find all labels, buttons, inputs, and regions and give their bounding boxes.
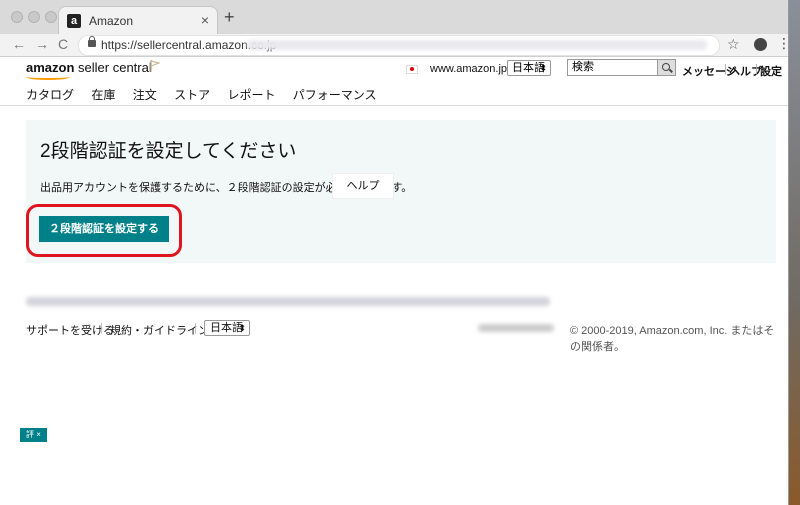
search-input[interactable]: 検索 (567, 59, 658, 76)
tab-title: Amazon (89, 14, 134, 28)
nav-item-store[interactable]: ストア (174, 88, 210, 102)
flag-icon[interactable] (150, 60, 160, 72)
nav-item-orders[interactable]: 注文 (133, 88, 157, 102)
page-title: 2段階認証を設定してください (40, 141, 297, 162)
bookmark-star-icon[interactable]: ☆ (727, 36, 740, 53)
nav-item-reports[interactable]: レポート (227, 88, 275, 102)
amazon-smile-icon (26, 74, 70, 80)
address-bar[interactable]: https://sellercentral.amazon.co.jp (78, 35, 720, 56)
feedback-tab[interactable]: 評 × (20, 428, 47, 442)
japan-flag-icon (406, 65, 418, 74)
page-header: amazon seller central www.amazon.jp 日本語 … (0, 57, 788, 106)
redacted-text (478, 324, 554, 332)
redacted-text (26, 297, 550, 306)
main-nav: カタログ 在庫 注文 ストア レポート パフォーマンス (26, 86, 391, 103)
window-close-button[interactable] (11, 11, 23, 23)
page-footer: サポートを受ける | 規約・ガイドライン | 日本語 ⬍ © 2000-2019… (26, 319, 776, 353)
search-icon[interactable] (658, 59, 676, 76)
window-zoom-button[interactable] (45, 11, 57, 23)
logo-brand: amazon (26, 60, 75, 75)
marketplace-link[interactable]: www.amazon.jp (430, 63, 507, 75)
browser-toolbar: ← → C https://sellercentral.amazon.co.jp… (0, 34, 791, 57)
two-step-verification-card: 2段階認証を設定してください 出品用アカウントを保護するために、２段階認証の設定… (26, 120, 776, 263)
copyright-text: © 2000-2019, Amazon.com, Inc. またはその関係者。 (570, 325, 775, 353)
lock-icon (88, 36, 96, 47)
language-select[interactable]: 日本語 ⬍ (507, 60, 551, 76)
footer-language-select[interactable]: 日本語 ⬍ (204, 320, 250, 336)
footer-separator: | (194, 322, 197, 334)
nav-item-catalog[interactable]: カタログ (26, 88, 74, 102)
browser-menu-icon[interactable]: ⋮ (777, 35, 791, 51)
new-tab-button[interactable]: + (224, 7, 235, 28)
reload-icon[interactable]: C (58, 36, 68, 52)
nav-item-performance[interactable]: パフォーマンス (293, 88, 377, 102)
setup-two-step-button[interactable]: ２段階認証を設定する (39, 216, 169, 242)
seller-central-logo[interactable]: amazon seller central (26, 60, 152, 80)
seller-central-page: amazon seller central www.amazon.jp 日本語 … (0, 57, 788, 505)
header-separator: | (724, 63, 727, 75)
footer-separator: | (100, 322, 103, 334)
settings-link[interactable]: 設定 (760, 63, 782, 79)
nav-item-inventory[interactable]: 在庫 (91, 88, 115, 102)
account-avatar-icon[interactable] (754, 38, 767, 51)
select-arrows-icon: ⬍ (238, 323, 246, 333)
amazon-favicon-icon: a (67, 14, 81, 28)
forward-arrow-icon[interactable]: → (35, 36, 49, 52)
select-arrows-icon: ⬍ (539, 63, 547, 73)
url-redacted (247, 40, 707, 50)
browser-window: a Amazon × + ← → C https://sellercentral… (0, 0, 791, 505)
header-separator: | (755, 63, 758, 75)
help-button[interactable]: ヘルプ (332, 173, 394, 199)
back-arrow-icon[interactable]: ← (12, 36, 26, 52)
tab-close-icon[interactable]: × (201, 12, 209, 28)
window-minimize-button[interactable] (28, 11, 40, 23)
tab-strip: a Amazon × + (0, 0, 788, 35)
logo-product: seller central (78, 60, 152, 75)
browser-tab[interactable]: a Amazon × (58, 6, 218, 35)
